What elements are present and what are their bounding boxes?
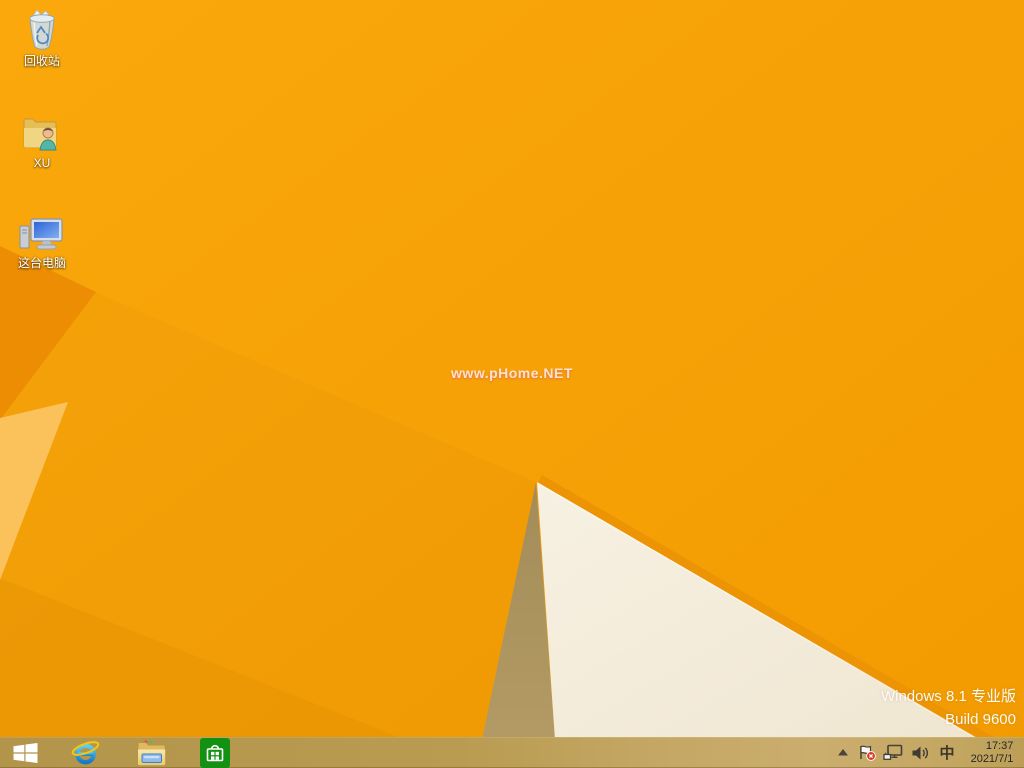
internet-explorer-icon xyxy=(71,740,99,764)
start-button[interactable] xyxy=(2,737,48,768)
desktop-icon-this-pc[interactable]: 这台电脑 xyxy=(4,208,80,270)
windows-version-line2: Build 9600 xyxy=(945,711,1016,728)
file-explorer-button[interactable] xyxy=(131,737,171,768)
volume-tray-icon[interactable] xyxy=(907,737,934,768)
desktop-icon-recycle-bin[interactable]: 回收站 xyxy=(4,6,80,68)
clock-time: 17:37 xyxy=(985,739,1014,752)
network-icon xyxy=(883,744,903,760)
file-explorer-icon xyxy=(137,739,166,766)
taskbar: 中 17:37 2021/7/1 xyxy=(0,737,1024,768)
windows-version-text: Windows 8.1 专业版 Build 9600 xyxy=(881,685,1016,731)
internet-explorer-button[interactable] xyxy=(65,737,105,768)
action-center-flag[interactable] xyxy=(854,737,880,768)
store-icon xyxy=(200,737,230,768)
desktop-icon-label: XU xyxy=(33,156,51,170)
windows-version-line1: Windows 8.1 专业版 xyxy=(880,688,1016,705)
chevron-up-icon xyxy=(838,749,848,756)
system-tray: 中 17:37 2021/7/1 xyxy=(832,737,1024,768)
flag-alert-icon xyxy=(859,745,876,761)
recycle-bin-icon xyxy=(29,9,55,50)
desktop-icon-label: 这台电脑 xyxy=(17,256,66,270)
store-button[interactable] xyxy=(195,737,235,768)
desktop-icon-label: 回收站 xyxy=(23,54,60,68)
this-pc-icon xyxy=(19,218,63,250)
network-tray-icon[interactable] xyxy=(880,737,907,768)
speaker-icon xyxy=(912,746,928,759)
clock-date: 2021/7/1 xyxy=(970,752,1014,765)
ime-indicator[interactable]: 中 xyxy=(934,737,960,768)
hidden-icons-chevron[interactable] xyxy=(832,737,854,768)
desktop: www.pHome.NET 回收站 XU 这台电脑 Windows 8.1 专业… xyxy=(0,0,1024,768)
user-folder-icon xyxy=(23,118,57,151)
watermark: www.pHome.NET xyxy=(451,365,573,381)
desktop-icon-user-folder[interactable]: XU xyxy=(4,108,80,170)
clock[interactable]: 17:37 2021/7/1 xyxy=(960,737,1016,768)
windows-logo-icon xyxy=(13,742,37,763)
wallpaper xyxy=(0,0,1024,768)
